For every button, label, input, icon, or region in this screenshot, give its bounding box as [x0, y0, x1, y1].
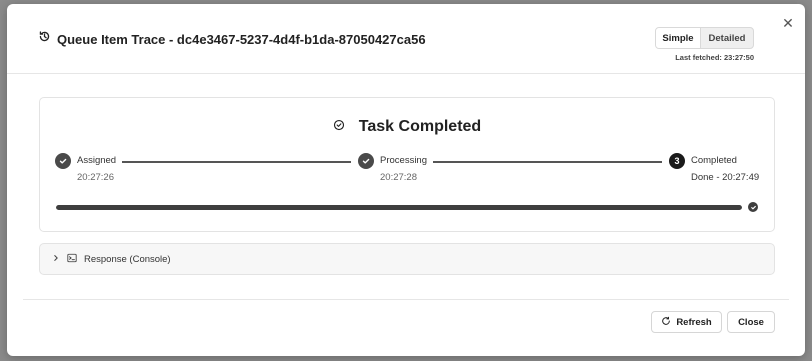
step-completed-label: Completed [691, 155, 737, 166]
step-assigned-check-icon [55, 153, 71, 169]
last-fetched-timestamp: Last fetched: 23:27:50 [675, 53, 754, 62]
refresh-button[interactable]: Refresh [651, 311, 722, 333]
refresh-icon [661, 316, 671, 329]
step-processing-label: Processing [380, 155, 427, 166]
check-circle-icon [333, 118, 345, 136]
step-processing-time: 20:27:28 [380, 172, 417, 183]
toggle-detailed[interactable]: Detailed [701, 28, 753, 48]
history-icon [38, 30, 51, 48]
close-button[interactable]: Close [727, 311, 775, 333]
response-console-label: Response (Console) [84, 253, 171, 265]
queue-trace-dialog: Queue Item Trace - dc4e3467-5237-4d4f-b1… [7, 4, 805, 356]
step-connector-1 [122, 161, 351, 163]
step-processing-check-icon [358, 153, 374, 169]
title-row: Queue Item Trace - dc4e3467-5237-4d4f-b1… [38, 30, 426, 48]
step-assigned-time: 20:27:26 [77, 172, 114, 183]
status-title: Task Completed [358, 118, 482, 135]
step-connector-2 [433, 161, 662, 163]
dialog-header: Queue Item Trace - dc4e3467-5237-4d4f-b1… [7, 4, 805, 74]
step-assigned-label: Assigned [77, 155, 117, 166]
step-completed-number: 3 [669, 153, 685, 169]
progress-complete-icon [748, 202, 758, 212]
dialog-title: Queue Item Trace - dc4e3467-5237-4d4f-b1… [57, 31, 426, 47]
progress-bar [56, 205, 742, 210]
chevron-right-icon [52, 254, 60, 264]
status-heading: Task Completed [40, 118, 774, 136]
response-console-accordion[interactable]: Response (Console) [39, 243, 775, 275]
progress-fill [56, 205, 742, 210]
step-completed-time: Done - 20:27:49 [691, 172, 760, 183]
toggle-simple[interactable]: Simple [656, 28, 701, 48]
view-mode-toggle: Simple Detailed [655, 27, 754, 49]
status-card: Task Completed Assigned 20:27:26 Process… [39, 97, 775, 232]
terminal-icon [67, 250, 77, 268]
close-icon[interactable]: ✕ [781, 16, 795, 30]
refresh-button-label: Refresh [676, 316, 712, 328]
footer-divider [23, 299, 789, 300]
